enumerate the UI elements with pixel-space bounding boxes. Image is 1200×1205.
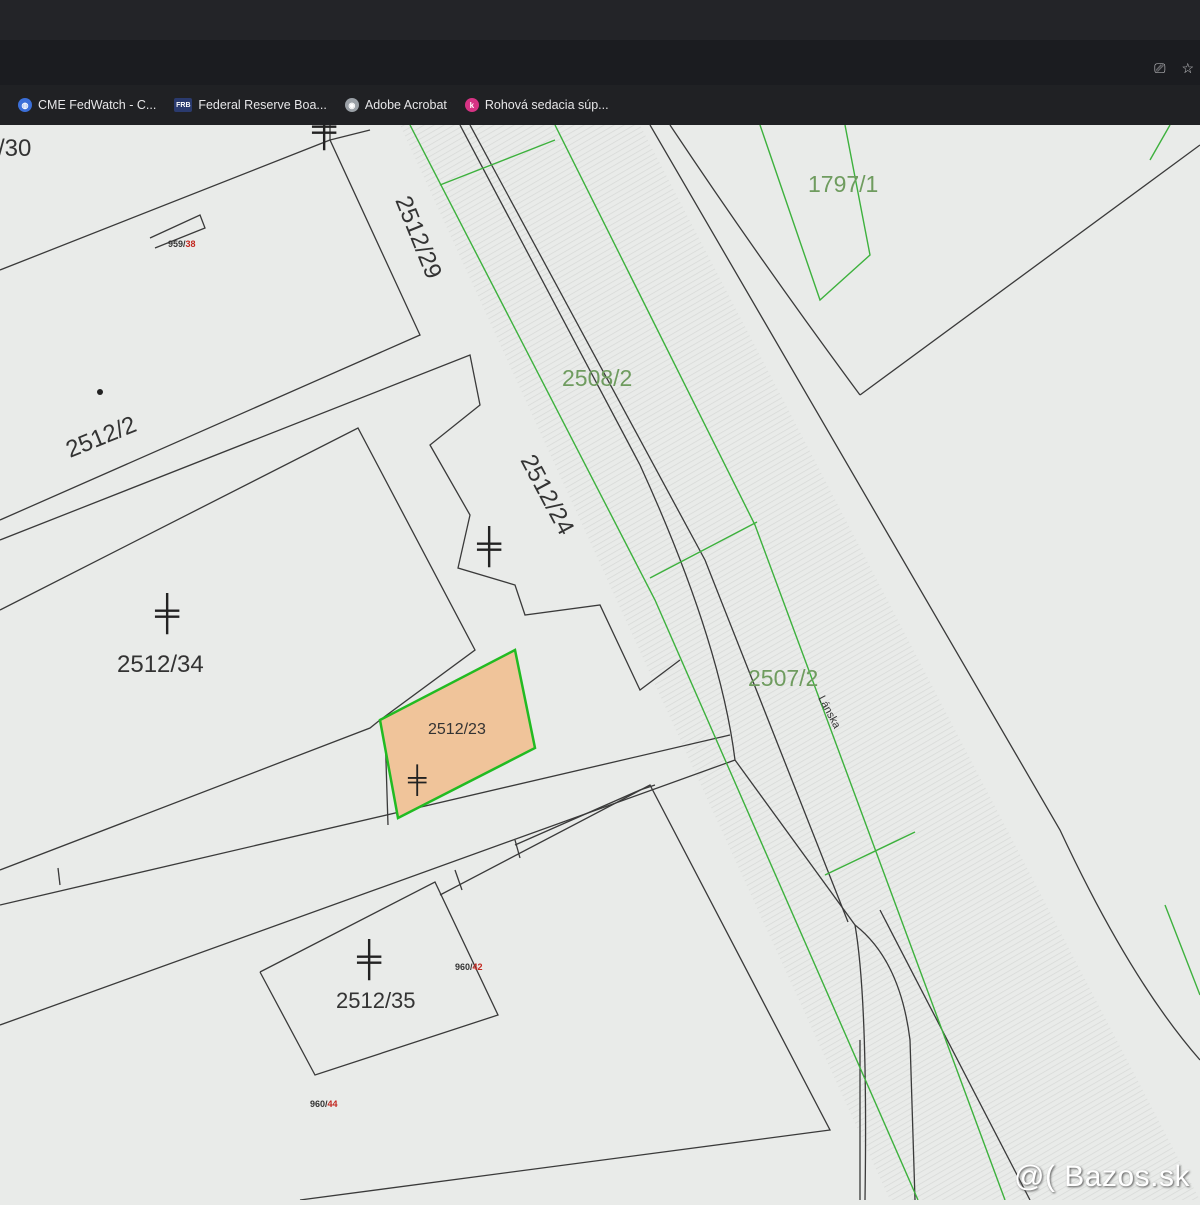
building-symbol-icon: ╪	[311, 125, 337, 151]
screen-cast-icon[interactable]: ⎚	[1154, 60, 1165, 77]
star-icon[interactable]: ☆	[1181, 60, 1194, 77]
parcel-label-2512-35: 2512/35	[336, 988, 416, 1013]
parcel-label-2512-23: 2512/23	[428, 721, 486, 738]
shop-icon: k	[464, 98, 479, 112]
bookmark-adobe-acrobat[interactable]: ◉ Adobe Acrobat	[344, 98, 447, 112]
cadastral-map[interactable]: /30 2512/29 1797/1 2512/2 2508/2 2512/24…	[0, 109, 1200, 1201]
bookmark-federal-reserve[interactable]: FRB Federal Reserve Boa...	[174, 98, 327, 112]
building-ref-960-42: 960/42	[455, 962, 483, 972]
browser-titlebar: ⎚ ☆	[0, 0, 1200, 85]
parcel-label-30: /30	[0, 135, 31, 162]
browser-toolbar-icons: ⎚ ☆	[1154, 60, 1194, 77]
watermark: @( Bazos.sk	[1014, 1160, 1190, 1193]
acrobat-icon: ◉	[344, 98, 359, 112]
building-symbol-icon: ╪	[356, 939, 382, 981]
tab-strip	[0, 0, 1200, 40]
building-symbol-icon: ╪	[407, 764, 427, 796]
parcel-label-1797-1: 1797/1	[808, 171, 878, 197]
building-ref-960-44: 960/44	[310, 1099, 338, 1109]
frb-icon: FRB	[174, 98, 193, 112]
building-symbol-icon: ╪	[154, 593, 180, 635]
parcel-label-2512-34: 2512/34	[117, 651, 204, 678]
bookmark-rohova-sedacia[interactable]: k Rohová sedacia súp...	[464, 98, 609, 112]
bookmarks-bar: ◍ CME FedWatch - C... FRB Federal Reserv…	[0, 85, 1200, 125]
building-ref-959-38: 959/38	[168, 239, 196, 249]
parcel-label-2507-2: 2507/2	[748, 665, 818, 691]
parcel-label-2508-2: 2508/2	[562, 365, 632, 391]
globe-icon: ◍	[18, 98, 32, 112]
building-symbol-icon: ╪	[476, 526, 502, 568]
bookmark-cme-fedwatch[interactable]: ◍ CME FedWatch - C...	[18, 98, 156, 112]
